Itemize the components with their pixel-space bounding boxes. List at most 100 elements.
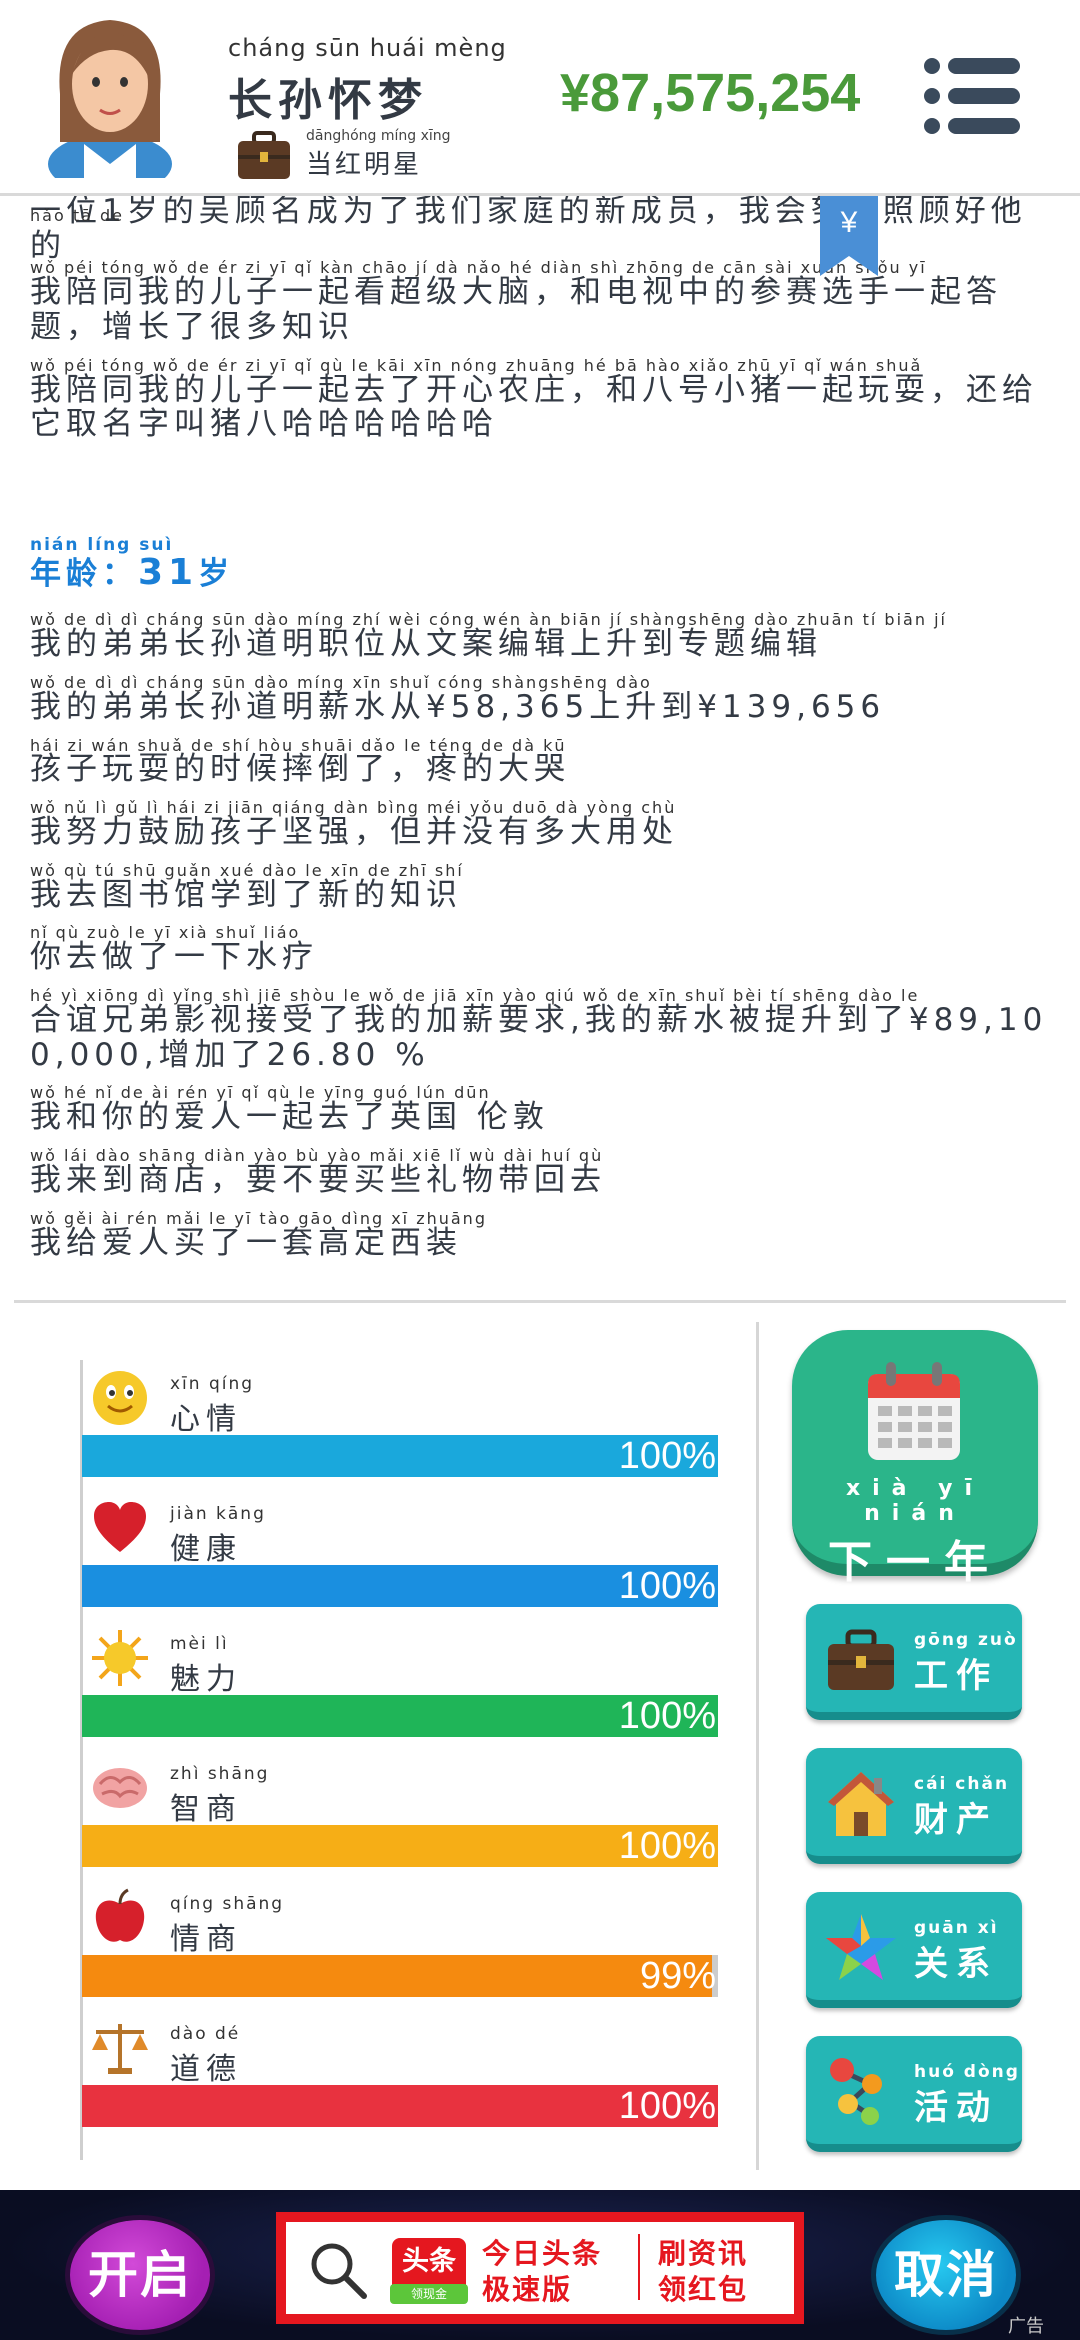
stat-label-pinyin: qíng shāng bbox=[170, 1894, 285, 1914]
relations-button[interactable]: guān xì 关系 bbox=[806, 1892, 1022, 2008]
assets-pinyin: cái chǎn bbox=[914, 1774, 1010, 1794]
stat-label-pinyin: xīn qíng bbox=[170, 1374, 255, 1394]
age-row: nián líng suì 年龄：31岁 bbox=[30, 535, 1055, 593]
work-button[interactable]: gōng zuò 工作 bbox=[806, 1604, 1022, 1720]
stat-label: mèi lì 魅力 bbox=[170, 1634, 242, 1698]
log-line-text: 我陪同我的儿子一起看超级大脑，和电视中的参赛选手一起答题，增长了很多知识 bbox=[30, 274, 1002, 345]
log-line-text: 我和你的爱人一起去了英国 伦敦 bbox=[30, 1099, 549, 1136]
stat-value: 100% bbox=[618, 2085, 716, 2127]
activity-label: huó dòng 活动 bbox=[914, 2062, 1020, 2129]
stat-row: xīn qíng 心情 100% bbox=[82, 1360, 718, 1490]
player-name-text: 长孙怀梦 bbox=[228, 75, 428, 126]
log-line: wǒ lái dào shāng diàn yào bù yào mǎi xiē… bbox=[30, 1147, 1055, 1198]
svg-text:¥: ¥ bbox=[840, 206, 858, 239]
stat-label-text: 智商 bbox=[170, 1792, 242, 1827]
star-icon bbox=[826, 1914, 896, 1980]
cancel-button[interactable]: 取消 bbox=[876, 2220, 1016, 2330]
log-line-text: 我去图书馆学到了新的知识 bbox=[30, 876, 462, 913]
log-line: hé yì xiōng dì yǐng shì jiē shòu le wǒ d… bbox=[30, 987, 1055, 1072]
scales-icon bbox=[92, 2024, 148, 2074]
stat-row: dào dé 道德 100% bbox=[82, 2010, 718, 2140]
briefcase-icon bbox=[238, 131, 290, 179]
ad-bar: 开启 头条 领现金 今日头条 极速版 刷资讯 领红包 取消 广告 bbox=[0, 2190, 1080, 2340]
log-line-text: 我给爱人买了一套高定西装 bbox=[30, 1224, 462, 1261]
stat-label-text: 健康 bbox=[170, 1532, 242, 1567]
age-value: 31 bbox=[138, 551, 199, 593]
stat-label-pinyin: zhì shāng bbox=[170, 1764, 270, 1784]
stat-label: jiàn kāng 健康 bbox=[170, 1504, 266, 1568]
search-icon bbox=[311, 2243, 367, 2299]
stat-label-text: 道德 bbox=[170, 2052, 242, 2087]
stat-value: 100% bbox=[618, 1695, 716, 1737]
log-line-text: 我来到商店，要不要买些礼物带回去 bbox=[30, 1161, 606, 1198]
player-job-text: 当红明星 bbox=[306, 150, 423, 180]
stat-label-pinyin: dào dé bbox=[170, 2024, 241, 2044]
work-pinyin: gōng zuò bbox=[914, 1630, 1018, 1650]
log-line: wǒ de dì dì cháng sūn dào míng xīn shuǐ … bbox=[30, 673, 1055, 725]
player-name-pinyin: cháng sūn huái mèng bbox=[228, 34, 507, 62]
activity-icon bbox=[830, 2058, 882, 2125]
assets-button[interactable]: cái chǎn 财产 bbox=[806, 1748, 1022, 1864]
ad-text-line3: 刷资讯 bbox=[658, 2237, 749, 2270]
smiley-icon bbox=[93, 1371, 147, 1425]
relations-pinyin: guān xì bbox=[914, 1918, 999, 1938]
log-line-text: 你去做了一下水疗 bbox=[30, 939, 318, 976]
sun-icon bbox=[92, 1630, 148, 1686]
stat-value: 100% bbox=[618, 1825, 716, 1867]
stat-bar: 100% bbox=[82, 1825, 718, 1867]
relations-label: guān xì 关系 bbox=[914, 1918, 999, 1985]
house-icon bbox=[828, 1772, 894, 1836]
log-line-text: 我陪同我的儿子一起去了开心农庄，和八号小猪一起玩耍，还给它取名字叫猪八哈哈哈哈哈… bbox=[30, 371, 1038, 443]
activity-pinyin: huó dòng bbox=[914, 2062, 1020, 2082]
ad-text-line2: 极速版 bbox=[482, 2273, 573, 2306]
age-unit: 岁 bbox=[198, 555, 235, 592]
activity-button[interactable]: huó dòng 活动 bbox=[806, 2036, 1022, 2152]
stat-row: zhì shāng 智商 100% bbox=[82, 1750, 718, 1880]
divider bbox=[14, 1300, 1066, 1303]
log-line-text: 孩子玩耍的时候摔倒了，疼的大哭 bbox=[30, 751, 570, 788]
avatar[interactable] bbox=[44, 14, 176, 178]
stat-bar: 100% bbox=[82, 2085, 718, 2127]
apple-icon bbox=[95, 1888, 145, 1942]
stat-label: zhì shāng 智商 bbox=[170, 1764, 269, 1828]
log-line-text: 我努力鼓励孩子坚强，但并没有多大用处 bbox=[30, 814, 678, 851]
log-line: wǒ péi tóng wǒ de ér zi yī qǐ kàn chāo j… bbox=[30, 259, 1055, 344]
log-line: wǒ de dì dì cháng sūn dào míng zhí wèi c… bbox=[30, 611, 1055, 662]
event-log[interactable]: 一位1岁的吴顾名成为了我们家庭的新成员，我会努力照顾好他的 hǎo tā de … bbox=[30, 196, 1055, 1296]
log-line: wǒ hé nǐ de ài rén yī qǐ qù le yīng guó … bbox=[30, 1084, 1055, 1135]
stats-panel: xīn qíng 心情 100% jiàn kāng 健康 100% mèi lì 魅力 100… bbox=[82, 1360, 718, 2140]
work-text: 工作 bbox=[914, 1656, 998, 1696]
stat-bar: 100% bbox=[82, 1565, 718, 1607]
stat-label: xīn qíng 心情 bbox=[170, 1374, 254, 1438]
stat-bar: 100% bbox=[82, 1695, 718, 1737]
assets-label: cái chǎn 财产 bbox=[914, 1774, 1009, 1841]
next-year-button[interactable]: xià yī nián 下一年 bbox=[792, 1330, 1038, 1588]
activity-text: 活动 bbox=[914, 2088, 998, 2128]
log-line: hái zi wán shuǎ de shí hòu shuāi dǎo le … bbox=[30, 736, 1055, 788]
brain-icon bbox=[93, 1768, 147, 1808]
log-line: wǒ nǔ lì gǔ lì hái zi jiān qiáng dàn bìn… bbox=[30, 799, 1055, 850]
open-button[interactable]: 开启 bbox=[70, 2220, 210, 2330]
stat-row: qíng shāng 情商 99% bbox=[82, 1880, 718, 2010]
relations-text: 关系 bbox=[914, 1944, 998, 1984]
player-name: cháng sūn huái mèng 长孙怀梦 bbox=[228, 34, 507, 128]
player-job: dānghóng míng xīng 当红明星 bbox=[236, 128, 451, 181]
age-label: 年龄： bbox=[30, 555, 138, 592]
ad-text-line4: 领红包 bbox=[658, 2273, 749, 2306]
heart-icon bbox=[94, 1502, 146, 1552]
assets-text: 财产 bbox=[914, 1800, 998, 1840]
log-line: wǒ qù tú shū guǎn xué dào le xīn de zhī … bbox=[30, 861, 1055, 913]
log-line-text: 我的弟弟长孙道明薪水从¥58,365上升到¥139,656 bbox=[30, 688, 886, 725]
next-year-label: xià yī nián 下一年 bbox=[792, 1476, 1038, 1590]
ad-banner[interactable]: 头条 领现金 今日头条 极速版 刷资讯 领红包 bbox=[276, 2212, 804, 2324]
stat-bar: 99% bbox=[82, 1955, 718, 1997]
stat-label: qíng shāng 情商 bbox=[170, 1894, 284, 1958]
log-line: 一位1岁的吴顾名成为了我们家庭的新成员，我会努力照顾好他的 hǎo tā de bbox=[30, 196, 1055, 263]
log-line-text: 合谊兄弟影视接受了我的加薪要求,我的薪水被提升到了¥89,100,000,增加了… bbox=[30, 1001, 1048, 1073]
menu-icon[interactable] bbox=[922, 56, 1022, 136]
vertical-divider bbox=[756, 1322, 759, 2170]
work-label: gōng zuò 工作 bbox=[914, 1630, 1018, 1697]
bookmark-icon[interactable]: ¥ bbox=[820, 196, 878, 276]
stat-row: mèi lì 魅力 100% bbox=[82, 1620, 718, 1750]
next-year-text: 下一年 bbox=[828, 1537, 1002, 1588]
